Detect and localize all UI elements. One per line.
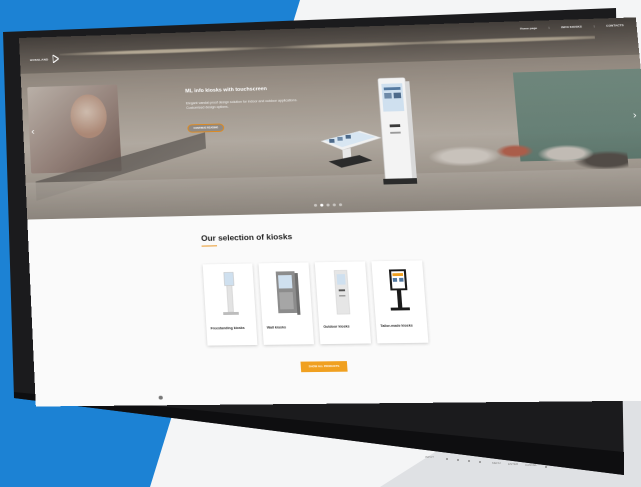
screen-wrapper: HOSSLAND Home page | INFO KIOSKS | CONTA… (0, 0, 641, 487)
slider-dot-active[interactable] (320, 203, 324, 207)
card-label: Tailor-made kiosks (380, 323, 413, 328)
freestanding-kiosk-image (317, 112, 386, 169)
chevron-left-icon[interactable]: ‹ (31, 127, 35, 137)
wall-kiosk-thumb (275, 271, 301, 315)
freestanding-kiosk-thumb (207, 268, 239, 316)
scroll-indicator (158, 395, 163, 400)
card-label: Outdoor kiosks (323, 324, 350, 329)
continue-reading-button[interactable]: CONTINUE READING (187, 123, 225, 133)
product-card-wall[interactable]: Wall kiosks (258, 262, 315, 345)
nav-home[interactable]: Home page (520, 26, 537, 30)
hero-banner: HOSSLAND Home page | INFO KIOSKS | CONTA… (19, 17, 641, 220)
outdoor-kiosk-thumb (319, 266, 365, 319)
logo-triangle-icon (52, 54, 60, 63)
site-logo[interactable]: HOSSLAND (29, 54, 60, 64)
kiosk-selection-section: Our selection of kiosks Freestanding kio… (27, 205, 641, 407)
website-screen: HOSSLAND Home page | INFO KIOSKS | CONTA… (19, 17, 641, 407)
hero-text-block: ML info kiosks with touchscreen Elegant … (185, 85, 311, 134)
slider-dot[interactable] (313, 203, 318, 207)
show-all-products-button[interactable]: SHOW ALL PRODUCTS (300, 361, 348, 373)
nav-separator: | (548, 25, 550, 30)
section-title: Our selection of kiosks (200, 232, 293, 243)
card-label: Freestanding kiosks (210, 326, 245, 331)
nav-contacts[interactable]: CONTACTS (606, 23, 624, 27)
product-card-tailor-made[interactable]: Tailor-made kiosks (371, 260, 429, 344)
card-label: Wall kiosks (266, 325, 287, 330)
nav-separator: | (593, 24, 595, 29)
nav-info-kiosks[interactable]: INFO KIOSKS (561, 25, 582, 29)
product-card-outdoor[interactable]: Outdoor kiosks (314, 261, 372, 345)
chevron-right-icon[interactable]: › (632, 110, 637, 120)
slider-dot[interactable] (326, 203, 330, 207)
slider-dot[interactable] (338, 203, 343, 207)
title-underline (201, 245, 218, 247)
tailor-made-kiosk-thumb (388, 269, 410, 311)
logo-text: HOSSLAND (29, 57, 49, 62)
product-card-freestanding[interactable]: Freestanding kiosks (202, 263, 258, 346)
hero-description: Elegant vandal-proof design solution for… (185, 98, 298, 110)
slider-dot[interactable] (332, 203, 336, 207)
